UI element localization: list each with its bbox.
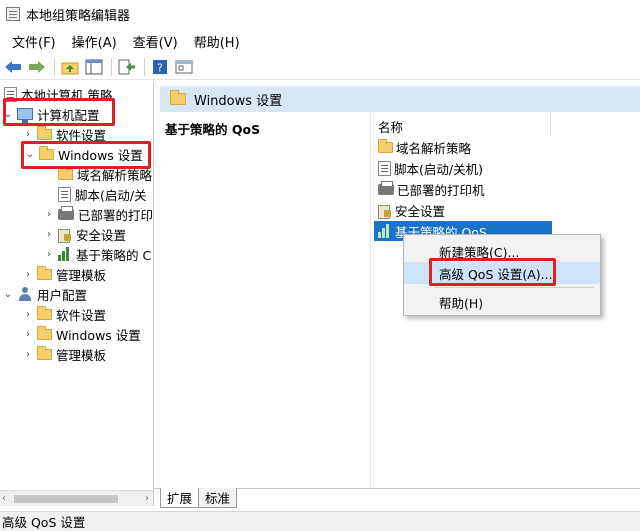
doc-icon bbox=[378, 160, 391, 176]
qos-bars-icon bbox=[58, 247, 72, 261]
list-item-label: 已部署的打印机 bbox=[397, 182, 485, 198]
scroll-left-icon[interactable]: ‹ bbox=[2, 493, 6, 504]
list-item-dns-policy[interactable]: 域名解析策略 bbox=[378, 137, 471, 157]
highlight-box-advanced-qos bbox=[429, 258, 556, 286]
tree-item-security[interactable]: › 安全设置 bbox=[43, 224, 126, 244]
back-arrow-icon[interactable] bbox=[2, 56, 24, 78]
description-title: 基于策略的 QoS bbox=[165, 122, 261, 137]
tree-item-label: Windows 设置 bbox=[56, 327, 141, 343]
tree-item-user-windows[interactable]: › Windows 设置 bbox=[22, 324, 141, 344]
tree-item-user-admin-templates[interactable]: › 管理模板 bbox=[22, 344, 106, 364]
list-item-label: 域名解析策略 bbox=[396, 140, 472, 156]
title-bar: 本地组策略编辑器 bbox=[0, 0, 640, 28]
tree-item-label: 管理模板 bbox=[56, 267, 107, 283]
chevron-right-icon[interactable]: › bbox=[22, 329, 34, 340]
printer-icon bbox=[58, 205, 74, 220]
printer-icon bbox=[378, 180, 394, 195]
menu-file[interactable]: 文件(F) bbox=[4, 30, 64, 53]
tab-extended[interactable]: 扩展 bbox=[160, 488, 200, 508]
chevron-right-icon[interactable]: › bbox=[22, 349, 34, 360]
toolbar-separator bbox=[144, 57, 145, 76]
highlight-box-windows-settings bbox=[21, 141, 151, 169]
menu-bar: 文件(F) 操作(A) 查看(V) 帮助(H) bbox=[0, 30, 640, 52]
menu-separator bbox=[434, 287, 594, 288]
tree-item-label: 软件设置 bbox=[56, 307, 107, 323]
chevron-right-icon[interactable]: › bbox=[43, 209, 55, 220]
folder-icon bbox=[37, 305, 52, 320]
menu-item-help[interactable]: 帮助(H) bbox=[404, 291, 600, 313]
column-header-name[interactable]: 名称 bbox=[378, 117, 403, 136]
export-list-icon[interactable] bbox=[116, 56, 138, 78]
status-text: 高级 QoS 设置 bbox=[2, 515, 86, 530]
tree-item-admin-templates[interactable]: › 管理模板 bbox=[22, 264, 106, 284]
folder-icon bbox=[378, 138, 393, 153]
menu-view[interactable]: 查看(V) bbox=[125, 30, 186, 53]
tree-item-user-software[interactable]: › 软件设置 bbox=[22, 304, 106, 324]
scrollbar-thumb[interactable] bbox=[14, 495, 118, 503]
folder-icon bbox=[37, 325, 52, 340]
toolbar-separator bbox=[111, 57, 112, 76]
chevron-right-icon[interactable]: › bbox=[22, 309, 34, 320]
tree-item-user-config[interactable]: ⌄ 用户配置 bbox=[2, 284, 87, 304]
toolbar-separator bbox=[54, 57, 55, 76]
folder-icon bbox=[37, 125, 52, 140]
svg-text:?: ? bbox=[157, 61, 163, 74]
list-item-scripts[interactable]: 脚本(启动/关机) bbox=[378, 158, 483, 178]
menu-help[interactable]: 帮助(H) bbox=[186, 30, 248, 53]
chevron-right-icon[interactable]: › bbox=[43, 229, 55, 240]
list-item-printers[interactable]: 已部署的打印机 bbox=[378, 179, 485, 199]
qos-bars-icon bbox=[378, 224, 392, 238]
tree-item-label: 已部署的打印 bbox=[78, 207, 154, 223]
column-divider[interactable] bbox=[550, 114, 551, 136]
list-item-label: 安全设置 bbox=[395, 203, 446, 219]
up-folder-icon[interactable] bbox=[59, 56, 81, 78]
toolbar: ? bbox=[0, 54, 640, 80]
tree-item-label: 脚本(启动/关 bbox=[75, 187, 147, 203]
tree-horizontal-scrollbar[interactable]: ‹ › bbox=[0, 490, 154, 506]
tree-item-label: 用户配置 bbox=[37, 287, 88, 303]
scroll-right-icon[interactable]: › bbox=[145, 493, 149, 504]
chevron-right-icon[interactable]: › bbox=[22, 269, 34, 280]
tree-item-label: 安全设置 bbox=[76, 227, 127, 243]
properties-icon[interactable] bbox=[173, 56, 195, 78]
window-title: 本地组策略编辑器 bbox=[26, 8, 131, 24]
security-lock-icon bbox=[378, 203, 392, 219]
list-item-label: 脚本(启动/关机) bbox=[394, 161, 483, 177]
tab-standard[interactable]: 标准 bbox=[198, 488, 238, 508]
tree-item-printers[interactable]: › 已部署的打印 bbox=[43, 204, 153, 224]
security-lock-icon bbox=[58, 227, 72, 243]
details-header-title: Windows 设置 bbox=[194, 93, 283, 109]
menu-item-label: 帮助(H) bbox=[439, 295, 484, 311]
help-icon[interactable]: ? bbox=[149, 56, 171, 78]
folder-icon bbox=[170, 90, 186, 105]
policy-editor-icon bbox=[6, 7, 20, 21]
chevron-down-icon[interactable]: ⌄ bbox=[2, 289, 14, 300]
folder-icon bbox=[37, 265, 52, 280]
user-icon bbox=[17, 287, 33, 301]
highlight-box-computer-config bbox=[3, 98, 115, 126]
tree-item-label: 基于策略的 C bbox=[76, 247, 152, 263]
forward-arrow-icon[interactable] bbox=[26, 56, 48, 78]
chevron-right-icon[interactable]: › bbox=[22, 129, 34, 140]
view-tabs: 扩展 标准 bbox=[160, 488, 238, 508]
status-bar: 高级 QoS 设置 bbox=[0, 511, 640, 531]
chevron-right-icon[interactable]: › bbox=[43, 249, 55, 260]
folder-icon bbox=[37, 345, 52, 360]
menu-action[interactable]: 操作(A) bbox=[64, 30, 125, 53]
list-item-security[interactable]: 安全设置 bbox=[378, 200, 445, 220]
doc-icon bbox=[58, 186, 71, 202]
details-header: Windows 设置 bbox=[160, 86, 640, 112]
folder-icon bbox=[58, 165, 73, 180]
tree-item-qos[interactable]: › 基于策略的 C bbox=[43, 244, 151, 264]
show-tree-icon[interactable] bbox=[83, 56, 105, 78]
tree-item-label: 管理模板 bbox=[56, 347, 107, 363]
tree-item-scripts[interactable]: 脚本(启动/关 bbox=[43, 184, 147, 204]
